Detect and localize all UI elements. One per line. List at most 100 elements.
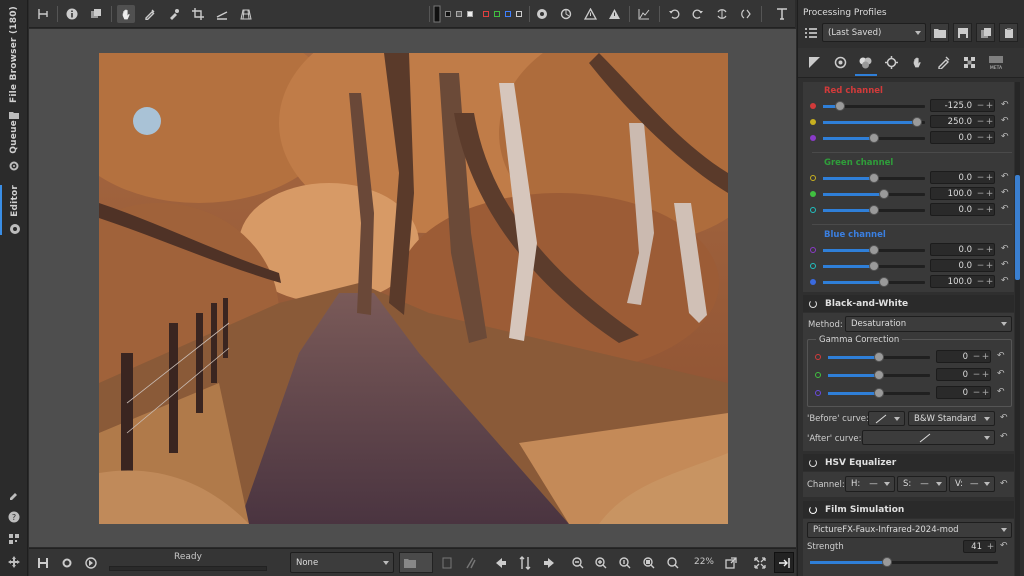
slider-handle[interactable]: [869, 133, 879, 143]
minus-button[interactable]: −: [976, 261, 985, 271]
reset-icon[interactable]: ↶: [1001, 261, 1010, 270]
load-profile-button[interactable]: [930, 23, 949, 42]
after-curve-type[interactable]: [862, 430, 995, 445]
bw-header[interactable]: Black-and-White: [803, 295, 1014, 312]
profile-combo[interactable]: None: [290, 552, 394, 573]
zoom-100-icon[interactable]: [619, 557, 631, 569]
plus-button[interactable]: +: [985, 133, 994, 143]
reset-icon[interactable]: ↶: [1001, 277, 1010, 286]
exposure-icon[interactable]: [808, 56, 821, 69]
red-channel-value[interactable]: -125.0− +: [930, 99, 995, 112]
flip-v-icon[interactable]: [737, 5, 755, 23]
perspective-icon[interactable]: [237, 5, 255, 23]
minus-button[interactable]: −: [972, 388, 981, 398]
preview-black-icon[interactable]: [432, 5, 442, 23]
hsv-header[interactable]: HSV Equalizer: [803, 454, 1014, 471]
slider-handle[interactable]: [869, 173, 879, 183]
reset-icon[interactable]: ↶: [1001, 245, 1010, 254]
warning-shadow-icon[interactable]: [581, 5, 599, 23]
gamma-value[interactable]: 0− +: [936, 368, 991, 381]
strength-slider[interactable]: [810, 557, 998, 567]
slider-handle[interactable]: [869, 245, 879, 255]
plus-button[interactable]: +: [985, 117, 994, 127]
profile-selector[interactable]: (Last Saved): [822, 23, 926, 42]
before-curve-type[interactable]: [868, 411, 905, 426]
gamma-slider[interactable]: [828, 370, 930, 380]
hsv-s-button[interactable]: S: —: [897, 476, 947, 492]
next-image-icon[interactable]: [543, 557, 555, 569]
bg-gray-icon[interactable]: [454, 5, 464, 23]
circle-icon[interactable]: [557, 5, 575, 23]
film-select[interactable]: PictureFX-Faux-Infrared-2024-mod: [807, 522, 1012, 538]
reset-icon[interactable]: ↶: [1000, 433, 1009, 442]
gears-icon[interactable]: [61, 557, 73, 569]
film-header[interactable]: Film Simulation: [803, 501, 1014, 518]
zoom-out-icon[interactable]: [572, 557, 584, 569]
color-picker-icon[interactable]: [8, 488, 20, 500]
save-icon[interactable]: [37, 557, 49, 569]
power-icon[interactable]: [809, 458, 817, 467]
reset-icon[interactable]: ↶: [997, 370, 1006, 379]
reset-icon[interactable]: ↶: [1000, 480, 1009, 489]
list-icon[interactable]: [804, 27, 818, 39]
power-icon[interactable]: [809, 299, 817, 308]
bg-black-icon[interactable]: [443, 5, 453, 23]
plus-button[interactable]: +: [985, 245, 994, 255]
text-tool-icon[interactable]: [773, 5, 791, 23]
plus-button[interactable]: +: [985, 189, 994, 199]
paste-profile-button[interactable]: [999, 23, 1018, 42]
before-curve-select[interactable]: B&W Standard: [908, 411, 995, 426]
gamma-slider[interactable]: [828, 388, 930, 398]
plus-button[interactable]: +: [981, 370, 990, 380]
reset-icon[interactable]: ↶: [997, 352, 1006, 361]
plus-button[interactable]: +: [981, 352, 990, 362]
minus-button[interactable]: −: [976, 189, 985, 199]
copy-icon[interactable]: [441, 557, 453, 569]
blue-channel-slider[interactable]: [823, 245, 925, 255]
red-channel-value[interactable]: 250.0− +: [930, 115, 995, 128]
crop-icon[interactable]: [189, 5, 207, 23]
raw-icon[interactable]: [937, 56, 950, 69]
hand-icon[interactable]: [117, 5, 135, 23]
plus-button[interactable]: +: [985, 261, 994, 271]
qr-icon[interactable]: [8, 533, 20, 545]
red-channel-slider[interactable]: [823, 133, 925, 143]
zoom-fit-icon[interactable]: [643, 557, 655, 569]
gamma-slider[interactable]: [828, 352, 930, 362]
reset-icon[interactable]: ↶: [1001, 117, 1010, 126]
reset-icon[interactable]: ↶: [1000, 542, 1009, 551]
minus-button[interactable]: −: [976, 117, 985, 127]
plus-button[interactable]: +: [985, 277, 994, 287]
blue-channel-slider[interactable]: [823, 277, 925, 287]
panel-scrollbar-thumb[interactable]: [1015, 175, 1020, 280]
tab-file-browser[interactable]: File Browser (180): [0, 6, 28, 121]
hsv-h-button[interactable]: H: —: [845, 476, 895, 492]
sync-icon[interactable]: [519, 556, 531, 570]
hsv-v-button[interactable]: V: —: [949, 476, 995, 492]
rotate-left-icon[interactable]: [665, 5, 683, 23]
minus-button[interactable]: −: [976, 245, 985, 255]
transform-icon[interactable]: [911, 56, 924, 69]
detail-icon[interactable]: [834, 56, 847, 69]
eyedropper-icon[interactable]: [141, 5, 159, 23]
green-channel-value[interactable]: 0.0− +: [930, 203, 995, 216]
minus-button[interactable]: −: [976, 277, 985, 287]
tab-editor[interactable]: Editor: [0, 185, 28, 235]
reset-icon[interactable]: ↶: [997, 388, 1006, 397]
slider-handle[interactable]: [874, 352, 884, 362]
split-icon[interactable]: [34, 5, 52, 23]
plus-button[interactable]: +: [985, 173, 994, 183]
meta-icon[interactable]: META: [989, 55, 1003, 70]
reset-icon[interactable]: ↶: [1001, 101, 1010, 110]
slider-handle[interactable]: [911, 117, 922, 127]
plus-button[interactable]: +: [985, 101, 994, 111]
minus-button[interactable]: −: [972, 352, 981, 362]
slider-handle[interactable]: [869, 261, 879, 271]
plus-button[interactable]: +: [981, 388, 990, 398]
red-channel-slider[interactable]: [823, 101, 925, 111]
red-channel-slider[interactable]: [823, 117, 925, 127]
before-after-icon[interactable]: [87, 5, 105, 23]
minus-button[interactable]: −: [976, 173, 985, 183]
plus-button[interactable]: +: [985, 205, 994, 215]
gamma-value[interactable]: 0− +: [936, 350, 991, 363]
